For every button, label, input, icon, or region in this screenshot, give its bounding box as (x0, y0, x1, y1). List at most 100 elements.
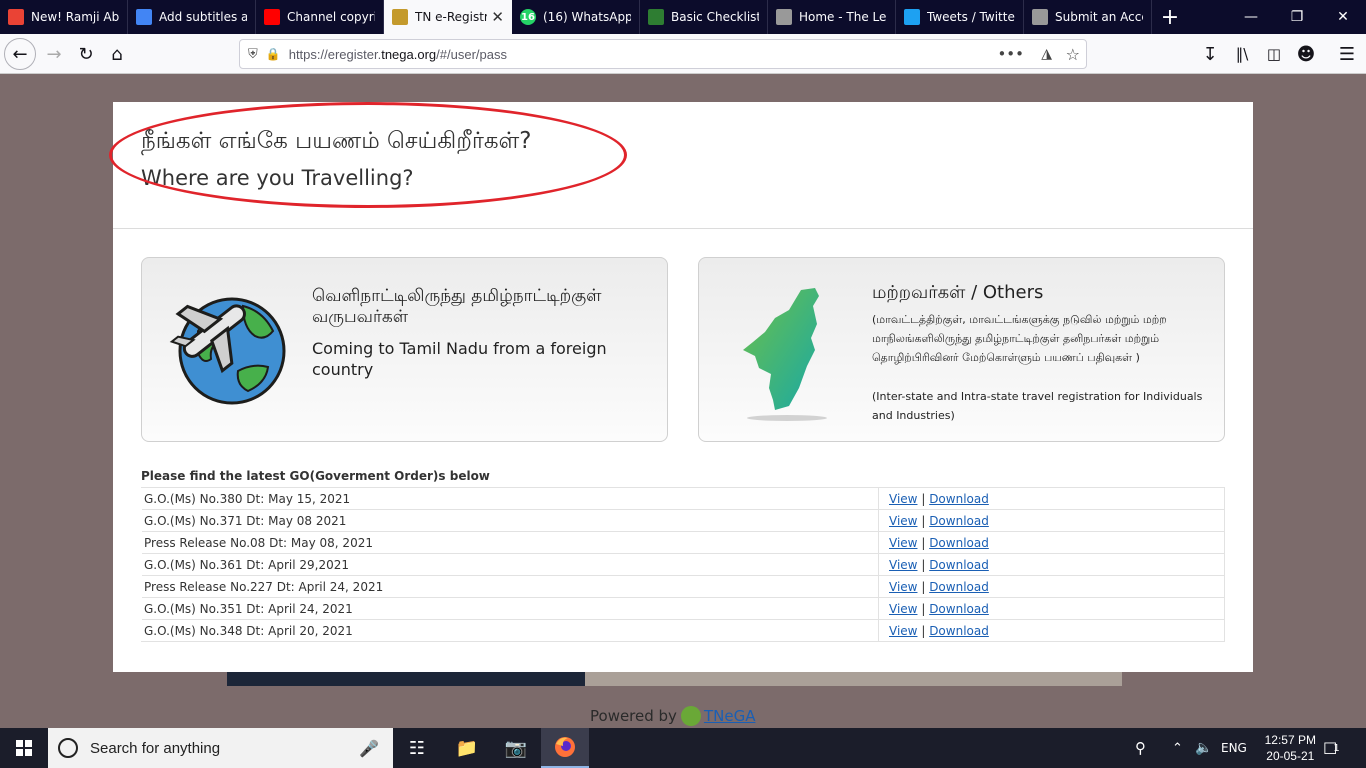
leaf-icon (648, 9, 664, 25)
browser-tab[interactable]: Submit an Acces (1024, 0, 1152, 34)
account-icon[interactable]: ☻ (1290, 38, 1322, 70)
view-link[interactable]: View (889, 624, 917, 638)
downloads-icon[interactable]: ↧ (1194, 38, 1226, 70)
clock-time: 12:57 PM (1264, 733, 1316, 747)
go-title: G.O.(Ms) No.371 Dt: May 08 2021 (141, 509, 879, 532)
go-links: View | Download (878, 553, 1225, 576)
download-link[interactable]: Download (929, 492, 989, 506)
shield-icon[interactable]: ⛨ (248, 47, 258, 62)
download-link[interactable]: Download (929, 536, 989, 550)
firefox-taskbar-icon[interactable] (541, 728, 589, 768)
page-icon (1032, 9, 1048, 25)
file-explorer-icon[interactable]: 📁 (443, 728, 491, 768)
go-links: View | Download (878, 487, 1225, 510)
red-highlight-ellipse (109, 102, 627, 208)
tab-title: Home - The Lea (799, 10, 887, 24)
back-arrow-icon[interactable]: ← (4, 38, 36, 70)
browser-tab[interactable]: Basic Checklist: (640, 0, 768, 34)
view-link[interactable]: View (889, 536, 917, 550)
download-link[interactable]: Download (929, 558, 989, 572)
foreign-option-title-english: Coming to Tamil Nadu from a foreign coun… (312, 339, 607, 379)
task-view-icon[interactable]: ☷ (393, 728, 441, 768)
download-link[interactable]: Download (929, 624, 989, 638)
library-icon[interactable]: ‖\ (1226, 38, 1258, 70)
link-separator: | (921, 535, 926, 550)
others-option-title: மற்றவர்கள் / Others (872, 282, 1044, 303)
forward-arrow-icon[interactable]: → (38, 38, 70, 70)
tab-title: Submit an Acces (1055, 10, 1143, 24)
view-link[interactable]: View (889, 514, 917, 528)
people-icon[interactable]: ⚲ (1135, 728, 1146, 768)
page-icon (776, 9, 792, 25)
tamil-nadu-map-icon (743, 288, 827, 421)
sidebar-icon[interactable]: ◫ (1258, 38, 1290, 70)
navigation-bar: ← → ↻ ⌂ ⛨ 🔒 https://eregister.tnega.org/… (0, 34, 1366, 74)
table-row: G.O.(Ms) No.361 Dt: April 29,2021 View | … (141, 553, 1225, 576)
new-tab-icon[interactable]: + (1152, 0, 1188, 34)
browser-tab[interactable]: Channel copyrig (256, 0, 384, 34)
browser-tab[interactable]: 16 (16) WhatsApp (512, 0, 640, 34)
link-separator: | (921, 623, 926, 638)
download-link[interactable]: Download (929, 514, 989, 528)
show-hidden-icons-icon[interactable]: ⌃ (1172, 728, 1183, 768)
view-link[interactable]: View (889, 558, 917, 572)
volume-icon[interactable]: 🔈 (1195, 728, 1212, 768)
card-header: நீங்கள் எங்கே பயணம் செய்கிறீர்கள்? Where… (109, 102, 1253, 229)
windows-taskbar: Search for anything 🎤 ☷ 📁 📷 ⚲ ⌃ 🔈 ENG 12… (0, 728, 1366, 768)
foreign-option-title-tamil: வெளிநாட்டிலிருந்து தமிழ்நாட்டிற்குள் வரு… (312, 286, 602, 327)
notification-center-icon[interactable]: ☐ 1 (1323, 728, 1340, 768)
windows-start-icon[interactable] (0, 728, 48, 768)
view-link[interactable]: View (889, 580, 917, 594)
menu-icon[interactable]: ☰ (1331, 38, 1363, 70)
go-title: G.O.(Ms) No.380 Dt: May 15, 2021 (141, 487, 879, 510)
bookmark-star-icon[interactable]: ☆ (1066, 45, 1080, 64)
go-links: View | Download (878, 575, 1225, 598)
browser-tab[interactable]: TN e-Registra✕ (384, 0, 512, 34)
close-tab-icon[interactable]: ✕ (491, 8, 504, 26)
camera-app-icon[interactable]: 📷 (492, 728, 540, 768)
notification-count: 1 (1333, 742, 1340, 754)
tab-title: New! Ramji Abil (31, 10, 119, 24)
whatsapp-icon: 16 (520, 9, 536, 25)
table-row: G.O.(Ms) No.380 Dt: May 15, 2021 View | D… (141, 487, 1225, 510)
travel-selection-card: நீங்கள் எங்கே பயணம் செய்கிறீர்கள்? Where… (109, 102, 1253, 672)
address-bar[interactable]: ⛨ 🔒 https://eregister.tnega.org/#/user/p… (239, 39, 1087, 69)
reload-icon[interactable]: ↻ (70, 38, 102, 70)
browser-tab[interactable]: Home - The Lea (768, 0, 896, 34)
download-link[interactable]: Download (929, 580, 989, 594)
twitter-icon (904, 9, 920, 25)
system-clock[interactable]: 12:57 PM 20-05-21 (1265, 732, 1316, 764)
link-separator: | (921, 601, 926, 616)
tab-title: TN e-Registra (415, 10, 488, 24)
foreign-travel-option[interactable]: வெளிநாட்டிலிருந்து தமிழ்நாட்டிற்குள் வரு… (141, 257, 668, 442)
table-row: G.O.(Ms) No.351 Dt: April 24, 2021 View |… (141, 597, 1225, 620)
restore-icon[interactable]: ❐ (1274, 0, 1320, 34)
pocket-icon[interactable]: ◮ (1041, 46, 1052, 62)
language-indicator[interactable]: ENG (1221, 728, 1247, 768)
go-links: View | Download (878, 619, 1225, 642)
google-icon (136, 9, 152, 25)
minimize-icon[interactable]: — (1228, 0, 1274, 34)
home-icon[interactable]: ⌂ (101, 38, 133, 70)
powered-by-label: Powered by (590, 707, 677, 725)
go-title: G.O.(Ms) No.361 Dt: April 29,2021 (141, 553, 879, 576)
view-link[interactable]: View (889, 602, 917, 616)
download-link[interactable]: Download (929, 602, 989, 616)
go-title: G.O.(Ms) No.348 Dt: April 20, 2021 (141, 619, 879, 642)
others-travel-option[interactable]: மற்றவர்கள் / Others (மாவட்டத்திற்குள், ம… (698, 257, 1225, 442)
taskbar-search-box[interactable]: Search for anything 🎤 (48, 728, 393, 768)
close-window-icon[interactable]: ✕ (1320, 0, 1366, 34)
tn-emblem-icon (392, 9, 408, 25)
browser-tab[interactable]: Add subtitles an (128, 0, 256, 34)
cortana-search-icon (58, 738, 78, 758)
lock-icon: 🔒 (265, 47, 281, 61)
browser-tab[interactable]: New! Ramji Abil (0, 0, 128, 34)
others-option-description-english: (Inter-state and Intra-state travel regi… (872, 390, 1203, 422)
table-row: Press Release No.08 Dt: May 08, 2021 View… (141, 531, 1225, 554)
microphone-icon[interactable]: 🎤 (359, 739, 379, 758)
browser-tab[interactable]: Tweets / Twitter (896, 0, 1024, 34)
page-actions-icon[interactable]: ••• (997, 45, 1024, 63)
view-link[interactable]: View (889, 492, 917, 506)
url-text: https://eregister.tnega.org/#/user/pass (288, 46, 507, 62)
tnega-link[interactable]: TNeGA (704, 707, 756, 725)
